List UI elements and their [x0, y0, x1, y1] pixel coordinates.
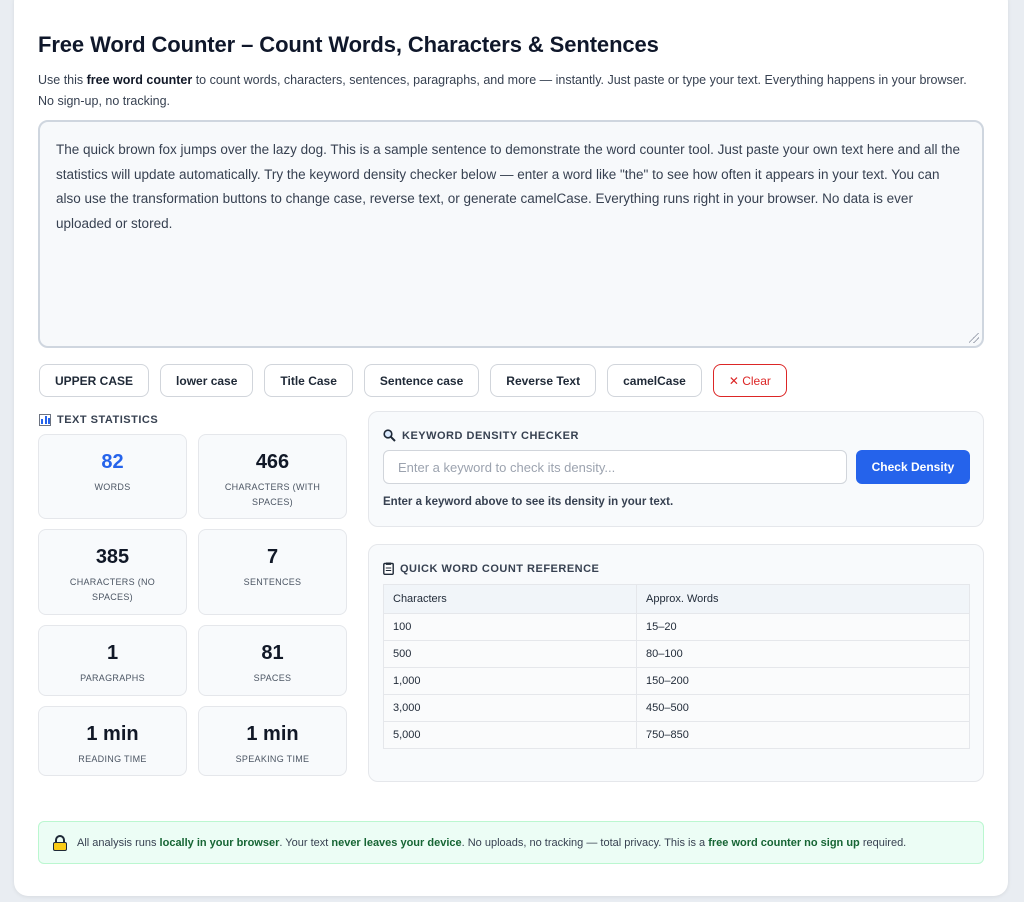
- stat-reading-time: 1 min READING TIME: [38, 706, 187, 776]
- stat-value: 1: [106, 642, 119, 664]
- table-cell: 80–100: [636, 640, 970, 668]
- lower-case-button[interactable]: lower case: [160, 364, 254, 397]
- camel-case-button[interactable]: camelCase: [607, 364, 702, 397]
- stat-value: 82: [101, 451, 124, 473]
- column-header: Characters: [383, 584, 637, 614]
- table-header-row: Characters Approx. Words: [383, 584, 970, 614]
- stat-label: CHARACTERS (WITH SPACES): [224, 482, 321, 507]
- table-cell: 1,000: [383, 667, 637, 695]
- stat-words: 82 WORDS: [38, 434, 187, 519]
- stat-speaking-time: 1 min SPEAKING TIME: [198, 706, 347, 776]
- keyword-hint: Enter a keyword above to see its density…: [383, 496, 674, 508]
- stat-sentences: 7 SENTENCES: [198, 529, 347, 615]
- table-cell: 150–200: [636, 667, 970, 695]
- stat-label: SPACES: [253, 673, 292, 683]
- title-case-button[interactable]: Title Case: [264, 364, 353, 397]
- table-cell: 500: [383, 640, 637, 668]
- table-cell: 450–500: [636, 694, 970, 722]
- stat-label: SPEAKING TIME: [235, 754, 310, 764]
- stat-value: 466: [255, 451, 290, 473]
- lock-icon: [53, 834, 67, 851]
- keyword-density-heading: KEYWORD DENSITY CHECKER: [383, 429, 579, 442]
- privacy-notice: All analysis runs locally in your browse…: [38, 821, 984, 864]
- stat-characters-no-spaces: 385 CHARACTERS (NO SPACES): [38, 529, 187, 615]
- keyword-density-label: KEYWORD DENSITY CHECKER: [402, 429, 579, 442]
- reverse-text-button[interactable]: Reverse Text: [490, 364, 597, 397]
- table-cell: 3,000: [383, 694, 637, 722]
- text-input-content[interactable]: The quick brown fox jumps over the lazy …: [56, 142, 960, 231]
- table-row: 5,000 750–850: [383, 721, 970, 749]
- privacy-text-bold: never leaves your device: [331, 836, 462, 849]
- table-row: 3,000 450–500: [383, 694, 970, 722]
- reference-label: QUICK WORD COUNT REFERENCE: [400, 562, 600, 575]
- magnifier-icon: [383, 429, 396, 442]
- reference-panel: QUICK WORD COUNT REFERENCE Characters Ap…: [368, 544, 984, 782]
- upper-case-button[interactable]: UPPER CASE: [39, 364, 150, 397]
- stat-paragraphs: 1 PARAGRAPHS: [38, 625, 187, 696]
- text-statistics-heading: TEXT STATISTICS: [39, 414, 158, 426]
- table-cell: 5,000: [383, 721, 637, 749]
- stat-value: 7: [266, 546, 279, 568]
- sentence-case-button[interactable]: Sentence case: [363, 364, 480, 397]
- keyword-input[interactable]: [383, 450, 847, 484]
- stat-label: SENTENCES: [243, 577, 302, 587]
- privacy-text-part: . Your text: [279, 836, 332, 849]
- privacy-text-part: All analysis runs: [77, 836, 160, 849]
- privacy-text-part: required.: [859, 836, 907, 849]
- resize-handle-icon[interactable]: [969, 333, 979, 343]
- stat-characters-with-spaces: 466 CHARACTERS (WITH SPACES): [198, 434, 347, 519]
- stat-value: 81: [261, 642, 284, 664]
- transform-toolbar: UPPER CASE lower case Title Case Sentenc…: [39, 364, 787, 397]
- text-statistics-label: TEXT STATISTICS: [57, 414, 159, 426]
- privacy-text-part: . No uploads, no tracking — total privac…: [461, 836, 709, 849]
- privacy-text: All analysis runs locally in your browse…: [77, 837, 906, 849]
- stat-value: 1 min: [86, 723, 139, 745]
- table-cell: 100: [383, 613, 637, 641]
- stat-value: 385: [95, 546, 130, 568]
- check-density-button[interactable]: Check Density: [856, 450, 970, 484]
- clear-button[interactable]: ✕ Clear: [712, 364, 787, 397]
- stat-value: 1 min: [246, 723, 299, 745]
- privacy-text-bold: free word counter no sign up: [708, 836, 860, 849]
- table-cell: 750–850: [636, 721, 970, 749]
- reference-table: Characters Approx. Words 100 15–20 500 80–…: [383, 584, 970, 749]
- privacy-text-bold: locally in your browser: [159, 836, 280, 849]
- intro-text-part: Use this: [38, 73, 87, 87]
- stat-label: PARAGRAPHS: [80, 673, 145, 683]
- keyword-density-panel: KEYWORD DENSITY CHECKER Check Density En…: [368, 411, 984, 527]
- stat-label: WORDS: [94, 482, 131, 492]
- column-header: Approx. Words: [636, 584, 970, 614]
- bar-chart-icon: [39, 414, 51, 426]
- reference-heading: QUICK WORD COUNT REFERENCE: [383, 562, 599, 575]
- table-row: 1,000 150–200: [383, 667, 970, 695]
- stat-label: READING TIME: [78, 754, 147, 764]
- stat-label: CHARACTERS (NO SPACES): [69, 577, 156, 602]
- table-row: 100 15–20: [383, 613, 970, 641]
- page-title: Free Word Counter – Count Words, Charact…: [38, 32, 659, 57]
- intro-text: Use this free word counter to count word…: [38, 70, 978, 112]
- intro-text-bold: free word counter: [86, 73, 193, 87]
- clipboard-icon: [383, 562, 394, 575]
- table-row: 500 80–100: [383, 640, 970, 668]
- table-cell: 15–20: [636, 613, 970, 641]
- text-input-area[interactable]: The quick brown fox jumps over the lazy …: [38, 120, 984, 348]
- stat-spaces: 81 SPACES: [198, 625, 347, 696]
